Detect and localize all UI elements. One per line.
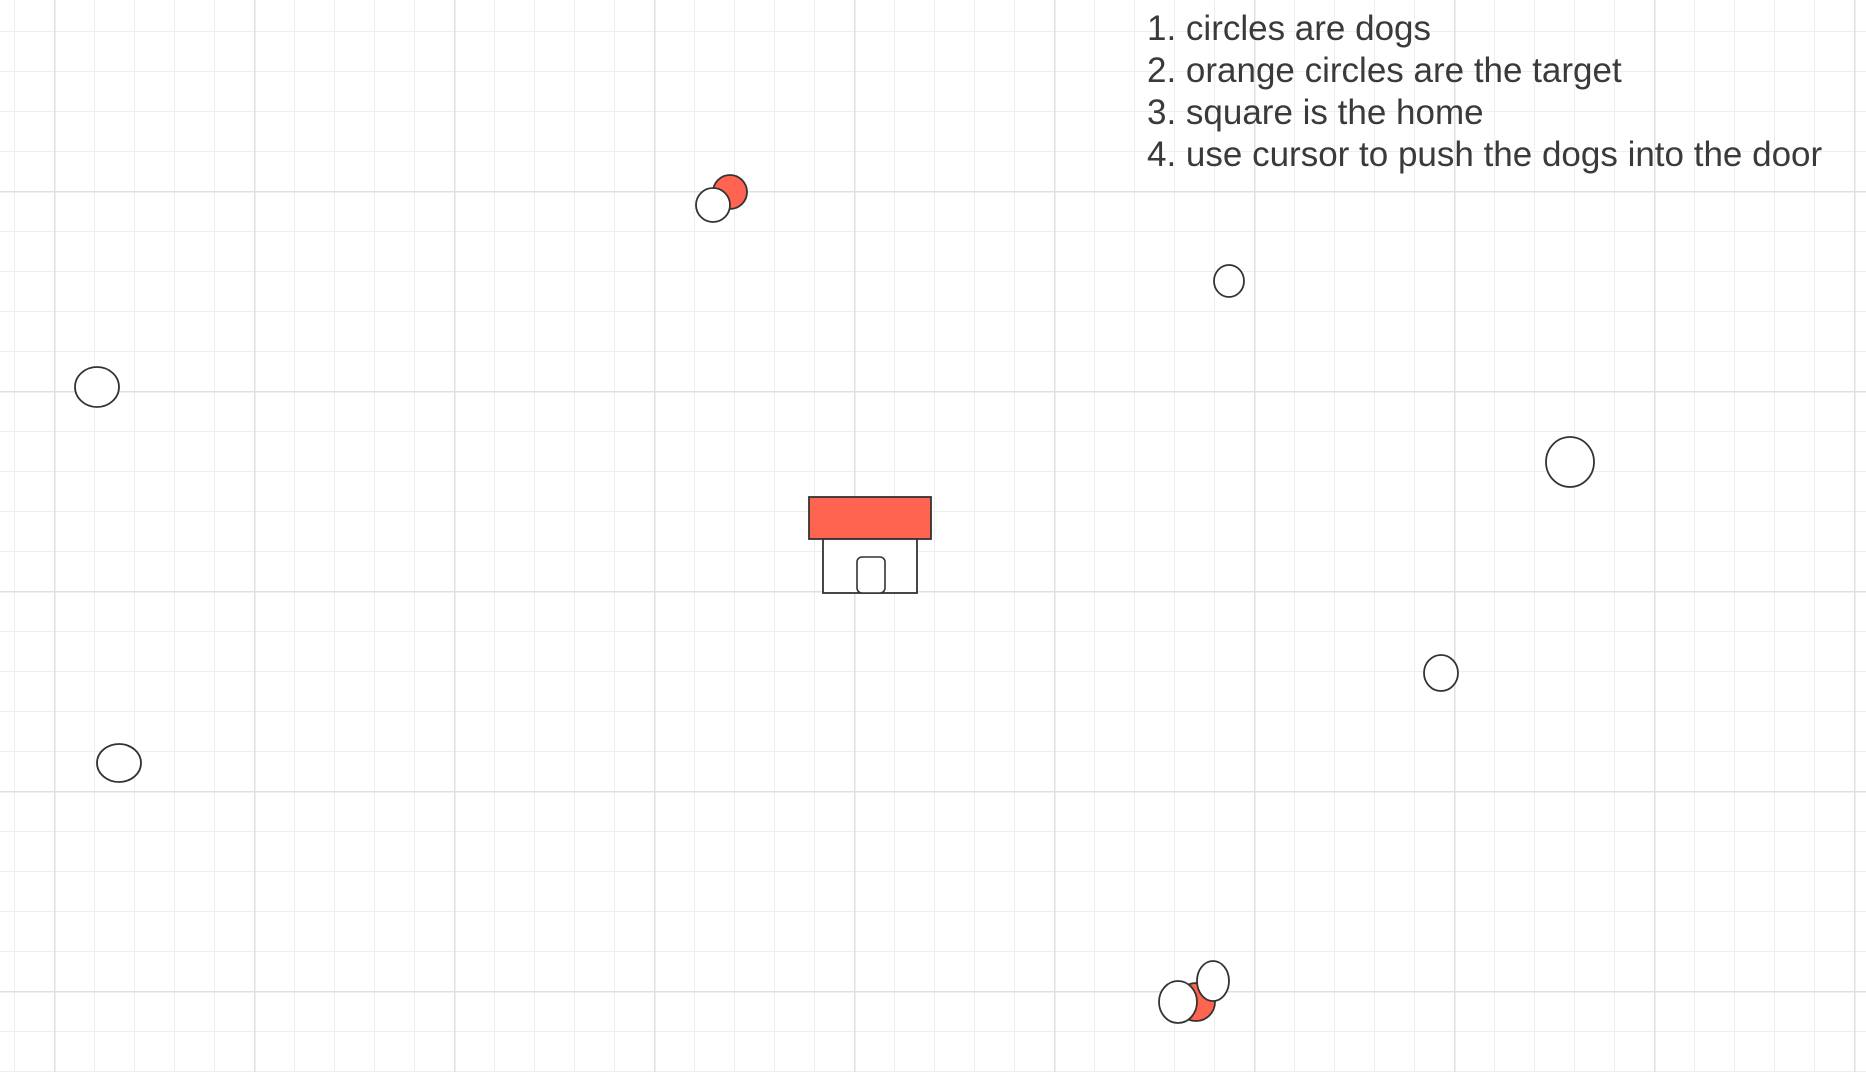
- dog-circle[interactable]: [1423, 654, 1459, 692]
- dog-home: [808, 496, 932, 594]
- dog-circle[interactable]: [96, 743, 142, 783]
- dog-circle[interactable]: [1545, 436, 1595, 488]
- home-roof: [808, 496, 932, 540]
- dog-circle[interactable]: [1158, 980, 1198, 1024]
- dog-circle[interactable]: [695, 187, 731, 223]
- dog-circle[interactable]: [74, 366, 120, 408]
- home-door: [856, 556, 886, 594]
- dog-circle[interactable]: [1196, 960, 1230, 1002]
- dog-circle[interactable]: [1213, 264, 1245, 298]
- game-scene[interactable]: [0, 0, 1866, 1072]
- game-field[interactable]: 1. circles are dogs 2. orange circles ar…: [0, 0, 1866, 1072]
